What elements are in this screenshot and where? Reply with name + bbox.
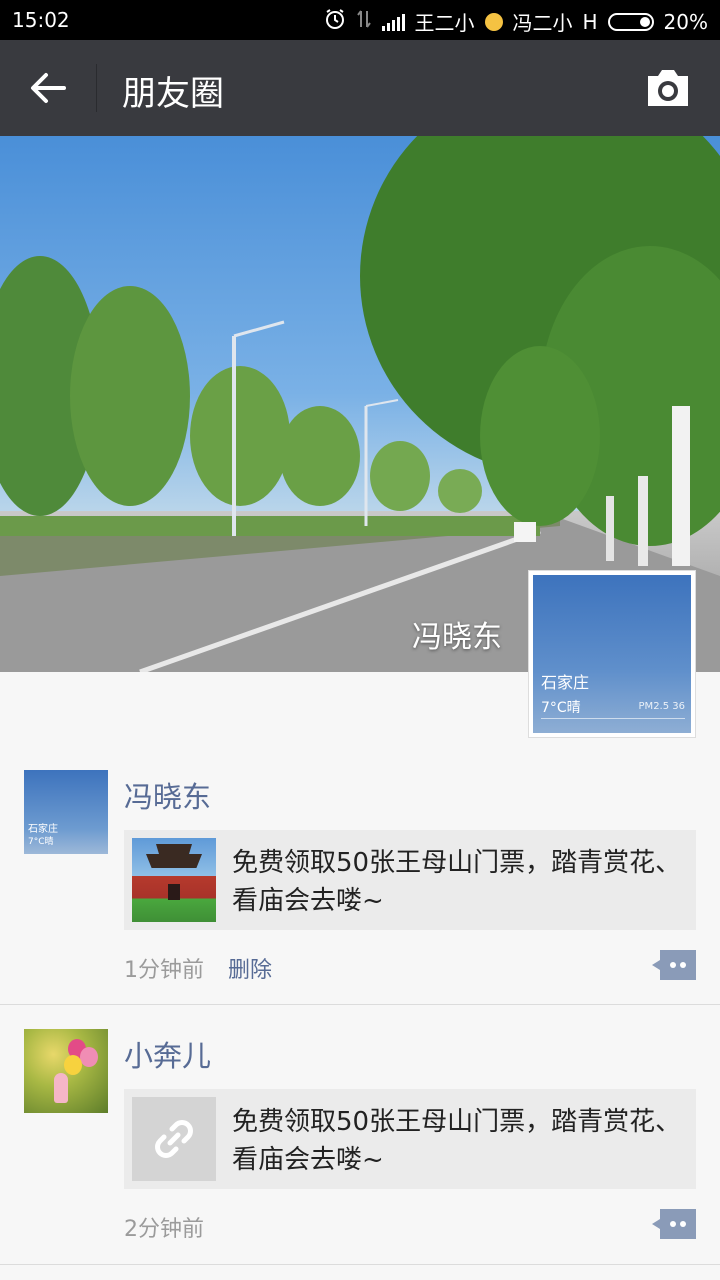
post-divider	[0, 1004, 720, 1005]
temple-image	[132, 838, 216, 922]
post-avatar[interactable]	[24, 1029, 108, 1113]
profile-avatar[interactable]: 石家庄 7°C晴 PM2.5 36	[528, 570, 696, 738]
back-arrow-icon	[31, 73, 66, 103]
battery-level: 20%	[663, 9, 708, 34]
post-time: 2分钟前	[124, 1217, 204, 1242]
status-indicators: 王二小 冯二小 H 20%	[324, 7, 708, 36]
carrier-label: 王二小	[414, 11, 475, 35]
signal-icon	[381, 13, 405, 31]
post-time: 1分钟前	[124, 958, 204, 983]
network-type: H	[582, 9, 598, 34]
avatar-temp: 7°C晴	[541, 700, 581, 716]
delete-button[interactable]: 删除	[228, 952, 272, 984]
link-title: 免费领取50张王母山门票，踏青赏花、看庙会去喽~	[232, 848, 682, 916]
shared-link-card[interactable]: 免费领取50张王母山门票，踏青赏花、看庙会去喽~	[124, 1089, 696, 1189]
avatar-weather-image: 石家庄 7°C晴	[24, 770, 108, 854]
avatar-weather-image: 石家庄 7°C晴 PM2.5 36	[533, 575, 691, 733]
link-icon	[155, 1120, 193, 1158]
battery-icon	[607, 12, 654, 31]
data-transfer-icon	[356, 9, 372, 34]
page-title: 朋友圈	[122, 74, 224, 114]
comment-button[interactable]	[652, 950, 696, 980]
avatar-pm: PM2.5 36	[638, 701, 685, 712]
link-thumbnail	[132, 1097, 216, 1181]
camera-button[interactable]	[644, 66, 692, 110]
status-bar: 15:02 王二小 冯二小 H 20%	[0, 0, 720, 40]
comment-button[interactable]	[652, 1209, 696, 1239]
post-avatar[interactable]: 石家庄 7°C晴	[24, 770, 108, 854]
app-header: 朋友圈	[0, 40, 720, 136]
avatar-divider	[541, 718, 685, 719]
post-author-name[interactable]: 小奔儿	[124, 1033, 211, 1075]
comment-icon	[652, 1209, 696, 1239]
status-time: 15:02	[12, 8, 70, 32]
link-title: 免费领取50张王母山门票，踏青赏花、看庙会去喽~	[232, 1107, 682, 1175]
back-button[interactable]	[20, 62, 76, 114]
child-balloons-image	[24, 1029, 108, 1113]
comment-icon	[652, 950, 696, 980]
alarm-icon	[324, 8, 346, 35]
header-divider	[96, 64, 97, 112]
emoji-icon	[484, 12, 503, 31]
camera-icon	[648, 70, 688, 106]
post-author-name[interactable]: 冯晓东	[124, 774, 211, 816]
cover-user-name: 冯晓东	[412, 620, 502, 655]
avatar-city: 石家庄	[28, 824, 58, 835]
link-thumbnail	[132, 838, 216, 922]
avatar-city: 石家庄	[541, 673, 590, 692]
post-divider	[0, 1264, 720, 1265]
link-placeholder	[132, 1097, 216, 1181]
avatar-temp: 7°C晴	[28, 837, 54, 847]
shared-link-card[interactable]: 免费领取50张王母山门票，踏青赏花、看庙会去喽~	[124, 830, 696, 930]
carrier-label-2: 冯二小	[512, 11, 573, 35]
